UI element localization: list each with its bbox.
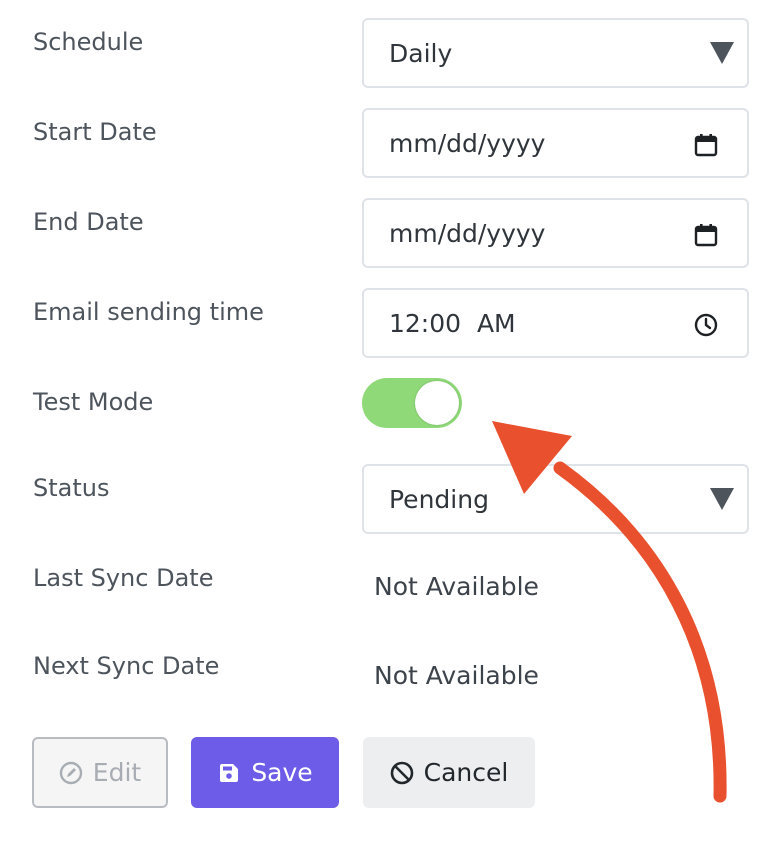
test-mode-label: Test Mode (33, 388, 154, 416)
schedule-label: Schedule (33, 28, 144, 56)
test-mode-toggle[interactable] (362, 378, 462, 428)
edit-button-label: Edit (92, 758, 142, 787)
start-date-input[interactable]: mm/dd/yyyy (362, 108, 749, 178)
ban-icon (390, 761, 413, 784)
last-sync-label: Last Sync Date (33, 564, 214, 592)
status-label: Status (33, 474, 110, 502)
calendar-icon[interactable] (693, 132, 719, 158)
email-time-label: Email sending time (33, 298, 264, 326)
next-sync-label: Next Sync Date (33, 652, 220, 680)
status-select[interactable]: Pending (362, 464, 749, 534)
schedule-value: Daily (389, 38, 453, 68)
sync-settings-form: Schedule Daily Start Date mm/dd/yyyy End… (0, 0, 784, 842)
clock-icon[interactable] (693, 312, 719, 338)
next-sync-value: Not Available (374, 661, 539, 690)
end-date-input[interactable]: mm/dd/yyyy (362, 198, 749, 268)
save-button[interactable]: Save (191, 737, 339, 808)
floppy-disk-icon (220, 763, 239, 782)
cancel-button-label: Cancel (423, 758, 509, 787)
dropdown-caret-icon (710, 488, 734, 510)
dropdown-caret-icon (710, 42, 734, 64)
cancel-button[interactable]: Cancel (363, 737, 535, 808)
end-date-label: End Date (33, 208, 144, 236)
toggle-knob (415, 381, 459, 425)
edit-button[interactable]: Edit (32, 737, 168, 808)
start-date-label: Start Date (33, 118, 157, 146)
schedule-select[interactable]: Daily (362, 18, 749, 88)
email-time-input[interactable]: 12:00 AM (362, 288, 749, 358)
save-button-label: Save (251, 758, 313, 787)
status-value: Pending (389, 484, 489, 514)
last-sync-value: Not Available (374, 572, 539, 601)
edit-icon (59, 761, 82, 784)
calendar-icon[interactable] (693, 222, 719, 248)
